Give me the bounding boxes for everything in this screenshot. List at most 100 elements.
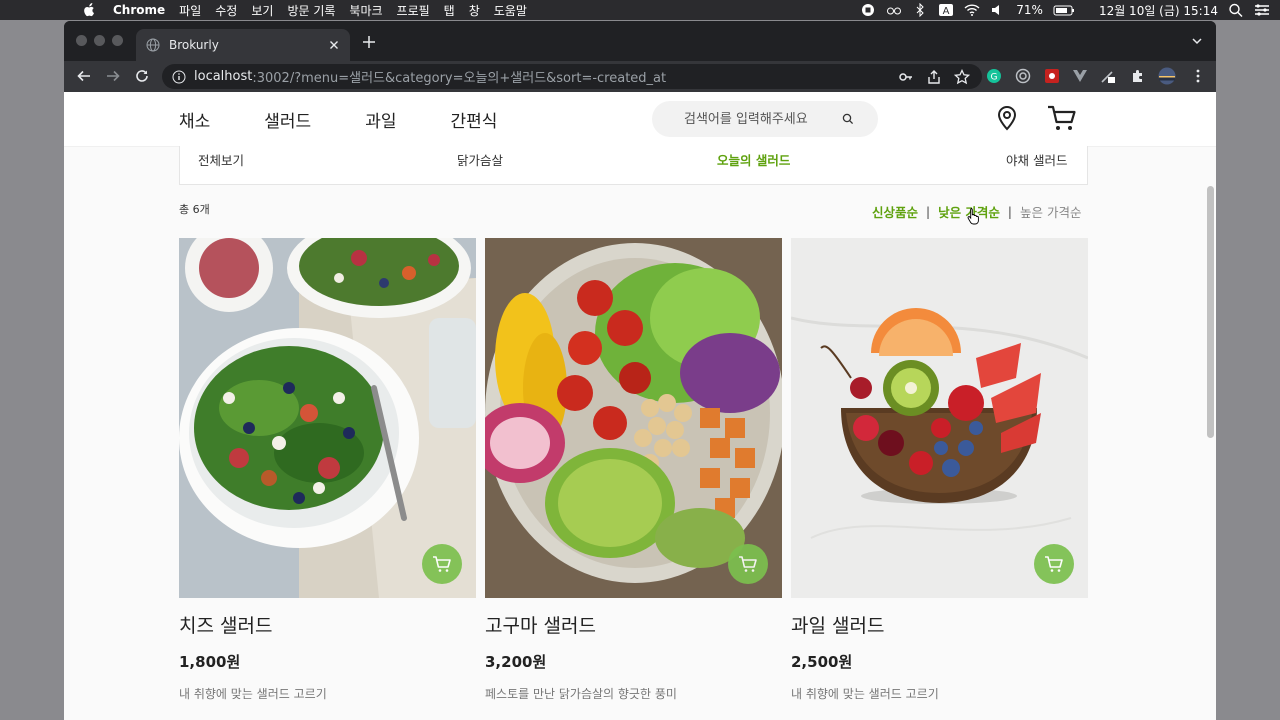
menubar-item-tab[interactable]: 탭 (444, 2, 455, 19)
chevron-down-icon[interactable] (1190, 35, 1204, 47)
grammarly-extension-icon[interactable]: G (986, 68, 1002, 84)
key-icon[interactable] (898, 69, 914, 85)
add-to-cart-button[interactable] (422, 544, 462, 584)
puzzle-extensions-icon[interactable] (1130, 68, 1146, 84)
category-todays-salad[interactable]: 오늘의 샐러드 (717, 150, 790, 169)
svg-text:G: G (991, 73, 998, 83)
plus-icon[interactable] (361, 34, 377, 50)
nav-item-vegetables[interactable]: 채소 (179, 107, 210, 132)
url-path: :3002/?menu=샐러드&category=오늘의+샐러드&sort=-c… (252, 71, 667, 86)
share-icon[interactable] (926, 69, 942, 85)
bluetooth-icon[interactable] (912, 3, 928, 17)
cart-icon (433, 556, 451, 572)
sort-high-price[interactable]: 높은 가격순 (1020, 202, 1081, 221)
star-icon[interactable] (954, 69, 970, 85)
svg-text:A: A (943, 6, 950, 17)
cart-icon[interactable] (1047, 104, 1077, 132)
product-description: 페스토를 만난 닭가슴살의 향긋한 풍미 (485, 687, 677, 701)
window-close-button[interactable] (76, 35, 87, 46)
hand-cursor-icon (967, 208, 979, 225)
address-bar[interactable]: localhost:3002/?menu=샐러드&category=오늘의+샐러… (162, 64, 982, 89)
location-pin-icon[interactable] (996, 105, 1018, 131)
red-extension-icon[interactable] (1044, 68, 1060, 84)
product-card[interactable]: 치즈 샐러드 1,800원 내 취향에 맞는 샐러드 고르기 (179, 238, 476, 702)
window-minimize-button[interactable] (94, 35, 105, 46)
product-image[interactable] (179, 238, 476, 598)
nav-item-fruit[interactable]: 과일 (365, 107, 396, 132)
cheese-salad-photo (179, 238, 476, 598)
window-zoom-button[interactable] (112, 35, 123, 46)
site-header: 채소 샐러드 과일 간편식 (64, 92, 1216, 147)
back-icon[interactable] (76, 68, 92, 84)
category-all[interactable]: 전체보기 (198, 150, 244, 169)
browser-window: Brokurly localhost:3002/?menu=샐러드&catego… (64, 21, 1216, 720)
apple-icon[interactable] (82, 3, 96, 17)
address-bar-actions (886, 69, 970, 85)
more-menu-icon[interactable] (1190, 68, 1206, 84)
forward-icon[interactable] (105, 68, 121, 84)
menubar-item-window[interactable]: 창 (469, 2, 480, 19)
category-vegetable-salad[interactable]: 야채 샐러드 (1006, 150, 1067, 169)
menubar-item-bookmarks[interactable]: 북마크 (349, 2, 382, 19)
globe-icon (146, 38, 160, 52)
browser-toolbar: localhost:3002/?menu=샐러드&category=오늘의+샐러… (64, 61, 1216, 92)
product-price: 2,500원 (791, 653, 853, 671)
product-name[interactable]: 고구마 샐러드 (485, 611, 782, 638)
menubar-item-history[interactable]: 방문 기록 (287, 2, 335, 19)
wifi-icon[interactable] (964, 3, 980, 17)
sort-divider: | (926, 204, 931, 219)
add-to-cart-button[interactable] (728, 544, 768, 584)
product-card[interactable]: 고구마 샐러드 3,200원 페스토를 만난 닭가슴살의 향긋한 풍미 (485, 238, 782, 702)
category-subnav: 전체보기 닭가슴살 오늘의 샐러드 야채 샐러드 (179, 146, 1088, 185)
product-name[interactable]: 과일 샐러드 (791, 611, 1088, 638)
sort-divider: | (1007, 204, 1012, 219)
product-card[interactable]: 과일 샐러드 2,500원 내 취향에 맞는 샐러드 고르기 (791, 238, 1088, 702)
edit-extension-icon[interactable] (1100, 68, 1116, 84)
page-scrollbar[interactable] (1207, 186, 1214, 438)
category-chicken-breast[interactable]: 닭가슴살 (457, 150, 503, 169)
web-page: 채소 샐러드 과일 간편식 전체보기 닭가슴살 오늘의 샐러드 야채 샐러드 총… (64, 92, 1216, 720)
search-icon[interactable] (842, 113, 854, 125)
spotlight-search-icon[interactable] (1228, 3, 1244, 17)
menubar-item-edit[interactable]: 수정 (215, 2, 237, 19)
battery-icon[interactable] (1053, 3, 1075, 17)
search-input[interactable] (682, 110, 836, 128)
sweet-potato-salad-photo (485, 238, 782, 598)
menubar-item-view[interactable]: 보기 (251, 2, 273, 19)
menubar-datetime[interactable]: 12월 10일 (금) 15:14 (1099, 2, 1218, 19)
input-source-icon[interactable]: A (938, 3, 954, 17)
fruit-salad-photo (791, 238, 1088, 598)
close-icon[interactable] (326, 37, 342, 53)
menubar-item-help[interactable]: 도움말 (494, 2, 527, 19)
nav-item-convenience[interactable]: 간편식 (450, 107, 497, 132)
battery-percent: 71% (1016, 3, 1043, 17)
profile-avatar-icon[interactable] (1156, 67, 1178, 85)
product-image[interactable] (485, 238, 782, 598)
volume-icon[interactable] (990, 3, 1006, 17)
product-name[interactable]: 치즈 샐러드 (179, 611, 476, 638)
menubar-app-name[interactable]: Chrome (113, 3, 165, 17)
search-box (652, 101, 878, 137)
cart-icon (1045, 556, 1063, 572)
sort-newest[interactable]: 신상품순 (872, 202, 918, 221)
product-price: 1,800원 (179, 653, 241, 671)
menubar-item-profile[interactable]: 프로필 (397, 2, 430, 19)
product-price: 3,200원 (485, 653, 547, 671)
target-extension-icon[interactable] (1015, 68, 1031, 84)
vue-devtools-icon[interactable] (1072, 68, 1088, 84)
macos-menubar: Chrome 파일 수정 보기 방문 기록 북마크 프로필 탭 창 도움말 A … (0, 0, 1280, 20)
reload-icon[interactable] (134, 68, 150, 84)
nav-item-salad[interactable]: 샐러드 (264, 107, 311, 132)
url-host: localhost (194, 69, 253, 84)
record-icon[interactable] (860, 3, 876, 17)
info-icon[interactable] (172, 70, 186, 84)
menubar-item-file[interactable]: 파일 (179, 2, 201, 19)
product-image[interactable] (791, 238, 1088, 598)
cart-icon (739, 556, 757, 572)
add-to-cart-button[interactable] (1034, 544, 1074, 584)
product-description: 내 취향에 맞는 샐러드 고르기 (179, 687, 327, 701)
glasses-icon[interactable] (886, 3, 902, 17)
tab-brokurly[interactable]: Brokurly (136, 29, 350, 61)
control-center-icon[interactable] (1254, 3, 1270, 17)
product-description: 내 취향에 맞는 샐러드 고르기 (791, 687, 939, 701)
